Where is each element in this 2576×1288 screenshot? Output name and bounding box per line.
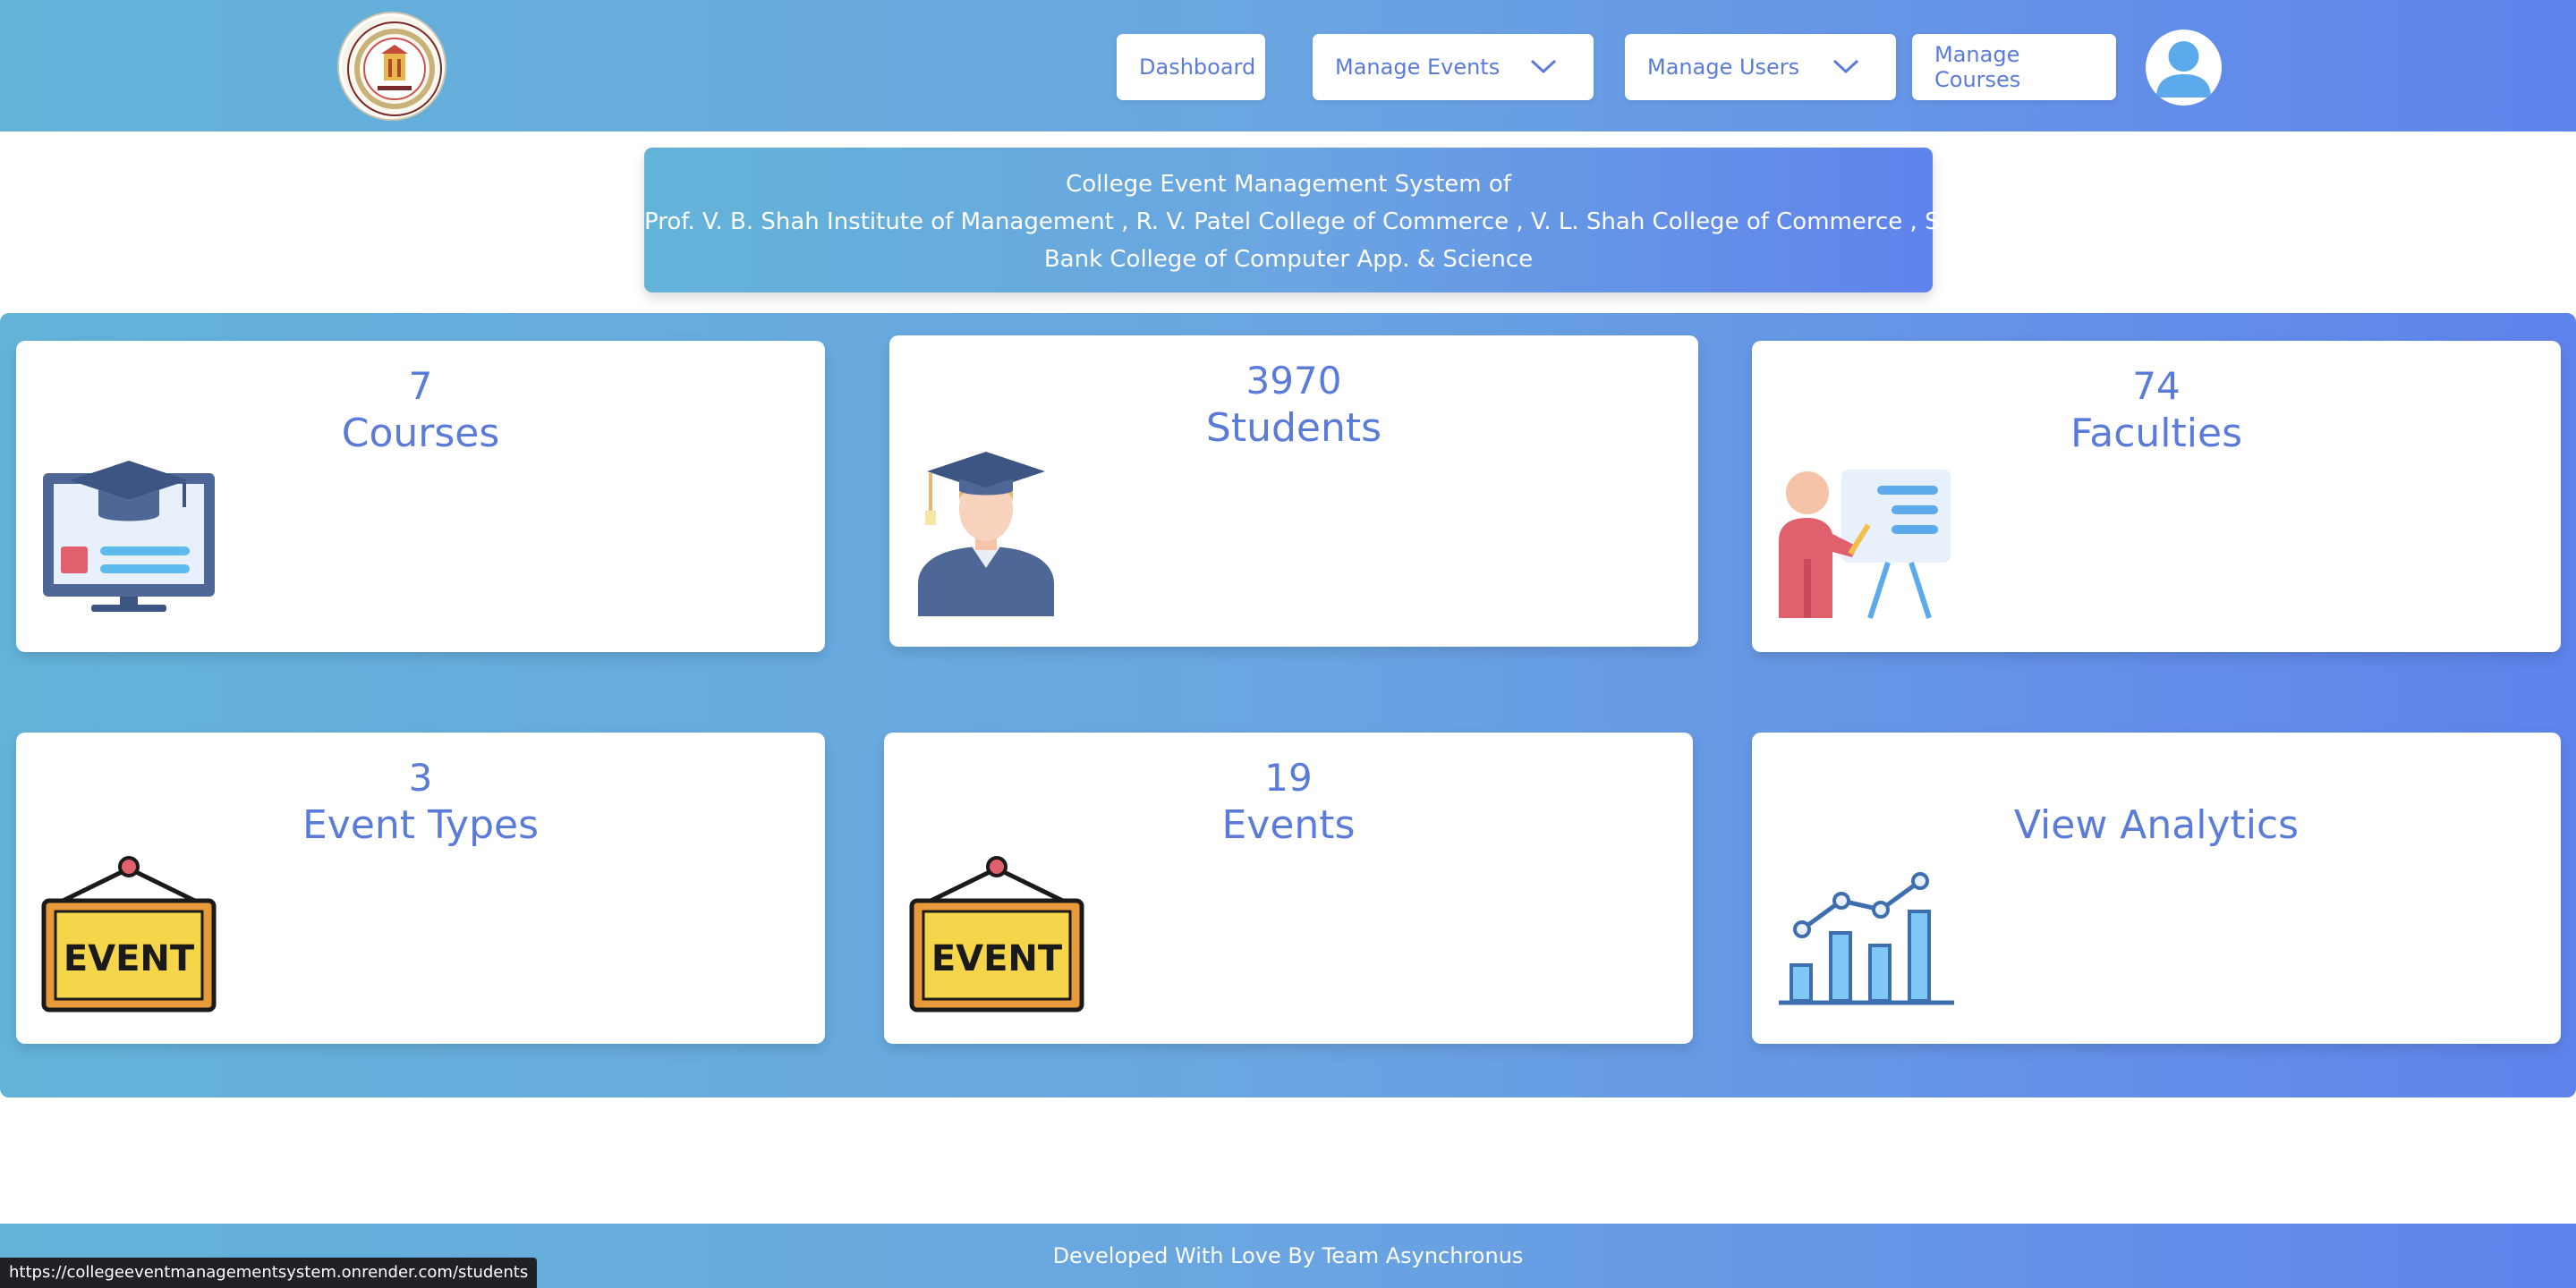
banner-line-1: College Event Management System of bbox=[1066, 171, 1511, 198]
students-count: 3970 bbox=[1245, 359, 1342, 402]
svg-text:EVENT: EVENT bbox=[64, 938, 195, 979]
faculties-count: 74 bbox=[2132, 364, 2181, 408]
dashboard-button[interactable]: Dashboard bbox=[1117, 34, 1265, 100]
manage-events-label: Manage Events bbox=[1335, 55, 1501, 80]
faculties-label: Faculties bbox=[2070, 411, 2242, 456]
view-analytics-card[interactable]: View Analytics bbox=[1752, 733, 2561, 1044]
event-types-label: Event Types bbox=[302, 802, 540, 848]
manage-users-label: Manage Users bbox=[1647, 55, 1800, 80]
event-types-card[interactable]: 3 Event Types EVENT bbox=[16, 733, 825, 1044]
courses-label: Courses bbox=[341, 411, 500, 456]
events-card[interactable]: 19 Events EVENT bbox=[884, 733, 1693, 1044]
event-types-count: 3 bbox=[408, 756, 433, 800]
analytics-chart-icon bbox=[1779, 872, 1954, 1005]
students-card[interactable]: 3970 Students bbox=[889, 335, 1698, 647]
manage-events-dropdown[interactable]: Manage Events bbox=[1313, 34, 1594, 100]
courses-monitor-icon bbox=[43, 461, 215, 612]
graduate-student-icon bbox=[918, 452, 1054, 616]
courses-count: 7 bbox=[408, 364, 433, 408]
manage-users-dropdown[interactable]: Manage Users bbox=[1625, 34, 1896, 100]
banner-line-2: Prof. V. B. Shah Institute of Management… bbox=[644, 208, 1992, 235]
stats-panel: 7 Courses 3970 Students 74 Faculties 3 E… bbox=[0, 313, 2576, 1097]
user-avatar-icon bbox=[2156, 41, 2211, 97]
events-count: 19 bbox=[1264, 756, 1313, 800]
faculties-card[interactable]: 74 Faculties bbox=[1752, 341, 2561, 652]
view-analytics-label: View Analytics bbox=[2013, 802, 2300, 848]
top-navbar: Dashboard Manage Events Manage Users Man… bbox=[0, 0, 2576, 131]
college-logo[interactable] bbox=[339, 13, 445, 119]
svg-text:EVENT: EVENT bbox=[931, 938, 1063, 979]
banner-line-3: Bank College of Computer App. & Science bbox=[1043, 246, 1534, 273]
manage-courses-button[interactable]: Manage Courses bbox=[1912, 34, 2116, 100]
events-label: Events bbox=[1221, 802, 1356, 848]
event-sign-icon: EVENT bbox=[41, 856, 217, 1013]
dashboard-button-label: Dashboard bbox=[1139, 55, 1256, 80]
manage-courses-label: Manage Courses bbox=[1934, 42, 2021, 92]
students-label: Students bbox=[1205, 405, 1382, 451]
college-seal-icon bbox=[347, 21, 442, 116]
courses-card[interactable]: 7 Courses bbox=[16, 341, 825, 652]
footer-text: Developed With Love By Team Asynchronus bbox=[1052, 1243, 1524, 1268]
chevron-down-icon bbox=[1530, 59, 1557, 74]
chevron-down-icon bbox=[1832, 59, 1859, 74]
link-status-bar: https://collegeeventmanagementsystem.onr… bbox=[0, 1258, 538, 1288]
event-sign-icon: EVENT bbox=[909, 856, 1084, 1013]
institution-banner: College Event Management System of Prof.… bbox=[644, 148, 1992, 292]
profile-avatar[interactable] bbox=[2146, 30, 2222, 106]
teacher-board-icon bbox=[1779, 470, 1951, 619]
